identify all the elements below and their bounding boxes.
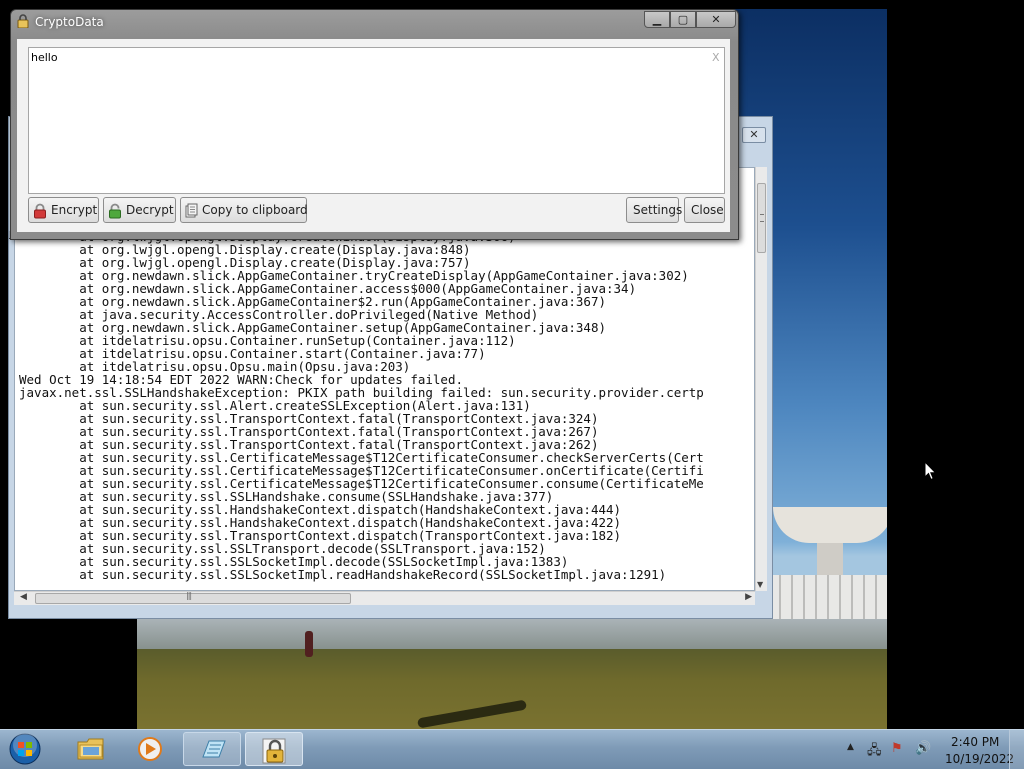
cryptodata-body: X Encrypt Decrypt Copy to clipboard Sett… (17, 39, 730, 232)
settings-button[interactable]: Settings (626, 197, 682, 223)
console-vertical-scrollbar[interactable]: ▼ (755, 167, 767, 591)
taskbar: ▲ 🖧 ⚑ 🔊 2:40 PM 10/19/2022 (0, 729, 1024, 769)
encrypt-label: Encrypt (51, 203, 98, 217)
clock-date[interactable]: 10/19/2022 (945, 752, 1014, 766)
wallpaper-dome-stem (817, 543, 843, 575)
maximize-button[interactable]: ▢ (670, 11, 696, 28)
minimize-icon: ▁ (652, 13, 662, 26)
taskbar-cryptodata-button[interactable] (245, 732, 303, 766)
cryptodata-titlebar[interactable]: CryptoData ▁ ▢ ✕ (11, 10, 738, 36)
maximize-icon: ▢ (677, 13, 689, 26)
close-button[interactable]: Close (684, 197, 725, 223)
mouse-cursor-icon (924, 461, 937, 481)
cryptodata-window[interactable]: CryptoData ▁ ▢ ✕ X Encrypt Decrypt (10, 9, 739, 240)
scroll-down-arrow-icon[interactable]: ▼ (757, 580, 763, 589)
volume-icon[interactable]: 🔊 (915, 741, 931, 756)
action-center-flag-icon[interactable]: ⚑ (891, 741, 903, 756)
copy-to-clipboard-button[interactable]: Copy to clipboard (180, 197, 308, 223)
media-player-icon (138, 737, 162, 761)
message-input[interactable] (28, 47, 725, 194)
minimize-button[interactable]: ▁ (644, 11, 670, 28)
wallpaper-grass (137, 649, 887, 729)
console-horizontal-scroll-thumb[interactable] (35, 591, 351, 604)
clipboard-icon (185, 203, 198, 218)
windows-start-orb-icon[interactable] (6, 732, 44, 766)
encrypt-button[interactable]: Encrypt (28, 197, 99, 223)
clock-time[interactable]: 2:40 PM (951, 735, 999, 749)
clear-text-button[interactable]: X (712, 51, 720, 64)
console-horizontal-scrollbar[interactable]: ◀ ▶ (14, 591, 755, 605)
padlock-open-icon (109, 203, 121, 218)
folder-icon (77, 738, 104, 760)
console-close-button[interactable]: ✕ (742, 127, 766, 143)
scroll-left-arrow-icon[interactable]: ◀ (20, 592, 27, 602)
decrypt-label: Decrypt (126, 203, 174, 217)
taskbar-notepad-button[interactable] (183, 732, 241, 766)
wallpaper-dome (773, 507, 887, 543)
console-vertical-scroll-thumb[interactable] (757, 183, 766, 253)
decrypt-button[interactable]: Decrypt (103, 197, 176, 223)
close-window-button[interactable]: ✕ (696, 11, 736, 28)
notepad-icon (202, 740, 226, 758)
show-desktop-button[interactable] (1009, 730, 1024, 769)
padlock-icon (17, 14, 29, 28)
console-output-text: at org.lwjgl.opengl.Display.createWindow… (19, 230, 704, 581)
taskbar-media-player-button[interactable] (121, 732, 179, 766)
wallpaper-person (305, 631, 313, 657)
padlock-closed-icon (34, 203, 46, 218)
taskbar-explorer-button[interactable] (61, 732, 119, 766)
padlock-icon (262, 738, 286, 764)
copy-label: Copy to clipboard (202, 203, 308, 217)
system-tray: ▲ 🖧 ⚑ 🔊 2:40 PM 10/19/2022 (845, 730, 1024, 769)
window-title: CryptoData (35, 15, 104, 29)
show-hidden-icons-arrow-icon[interactable]: ▲ (847, 742, 854, 752)
close-icon: ✕ (711, 13, 721, 26)
network-icon[interactable]: 🖧 (867, 741, 882, 763)
scroll-right-arrow-icon[interactable]: ▶ (745, 592, 752, 602)
console-line: at sun.security.ssl.SSLSocketImpl.readHa… (19, 567, 667, 582)
